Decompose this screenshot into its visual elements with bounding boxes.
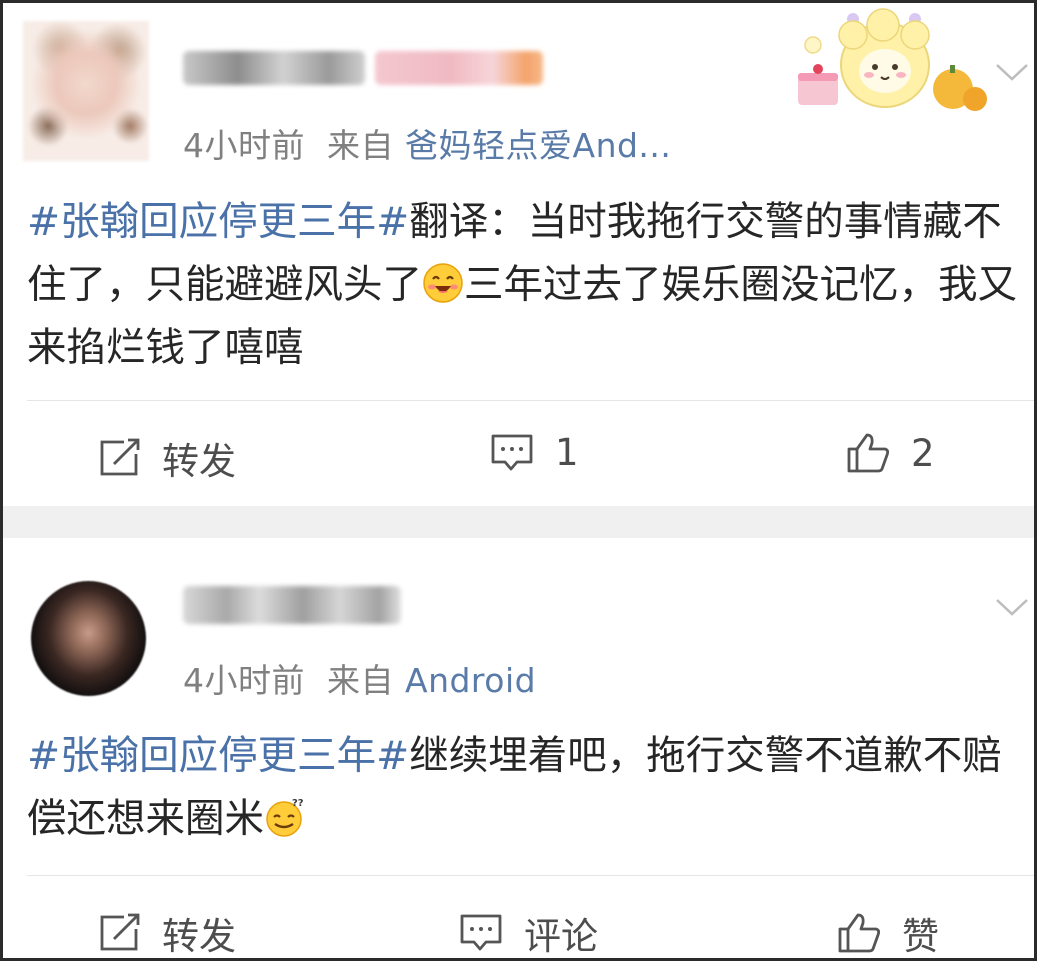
source-prefix: 来自	[327, 126, 394, 165]
post-card: 4小时前 来自 Android #张翰回应停更三年#继续埋着吧，拖行交警不道歉不赔…	[3, 538, 1034, 958]
divider	[27, 875, 1034, 876]
comment-icon	[491, 434, 533, 470]
thumbs-up-icon	[838, 913, 881, 953]
avatar[interactable]	[23, 21, 149, 161]
divider	[27, 400, 1034, 401]
post-card: 4小时前 来自 爸妈轻点爱And... #张翰回应停更三年#翻译：当时我拖行交警的…	[3, 3, 1034, 506]
repost-label: 转发	[162, 915, 236, 958]
repost-label: 转发	[162, 440, 236, 483]
username-badge-blurred	[375, 51, 543, 85]
source-link[interactable]: Android	[405, 661, 536, 700]
chevron-down-icon[interactable]	[994, 596, 1030, 618]
source-link[interactable]: 爸妈轻点爱And...	[405, 126, 671, 165]
like-button[interactable]: 赞	[836, 906, 939, 958]
feed-frame: 4小时前 来自 爸妈轻点爱And... #张翰回应停更三年#翻译：当时我拖行交警的…	[0, 0, 1037, 961]
comment-icon	[460, 914, 502, 951]
like-button[interactable]: 2	[845, 431, 935, 475]
comment-label: 评论	[524, 915, 598, 958]
repost-icon	[100, 438, 140, 476]
username-blurred[interactable]	[183, 51, 365, 85]
comment-button[interactable]: 评论	[458, 906, 598, 958]
comment-count: 1	[555, 431, 579, 474]
thumbs-up-icon	[847, 433, 890, 473]
avatar[interactable]	[31, 581, 146, 696]
username-blurred[interactable]	[183, 586, 401, 624]
post-separator	[3, 506, 1034, 538]
grinning-face-emoji-icon	[423, 263, 463, 303]
repost-button[interactable]: 转发	[98, 431, 236, 485]
post-time: 4小时前	[183, 661, 305, 700]
hashtag-link[interactable]: #张翰回应停更三年#	[27, 733, 409, 779]
post-text: #张翰回应停更三年#翻译：当时我拖行交警的事情藏不住了，只能避避风头了 三年过去…	[27, 191, 1032, 380]
chevron-down-icon[interactable]	[994, 61, 1030, 83]
svg-text:??: ??	[292, 798, 304, 809]
repost-icon	[100, 913, 140, 951]
hashtag-link[interactable]: #张翰回应停更三年#	[27, 199, 409, 245]
source-prefix: 来自	[327, 661, 394, 700]
post-time: 4小时前	[183, 126, 305, 165]
post-meta: 4小时前 来自 爸妈轻点爱And...	[183, 119, 671, 167]
confused-face-emoji-icon: ??	[266, 798, 304, 837]
post-meta: 4小时前 来自 Android	[183, 654, 536, 702]
like-label: 赞	[902, 915, 939, 958]
post-text: #张翰回应停更三年#继续埋着吧，拖行交警不道歉不赔偿还想来圈米 ??	[27, 725, 1032, 851]
comment-button[interactable]: 1	[489, 431, 579, 474]
repost-button[interactable]: 转发	[98, 906, 236, 958]
like-count: 2	[911, 431, 935, 475]
sheep-sticker-icon	[798, 8, 987, 111]
